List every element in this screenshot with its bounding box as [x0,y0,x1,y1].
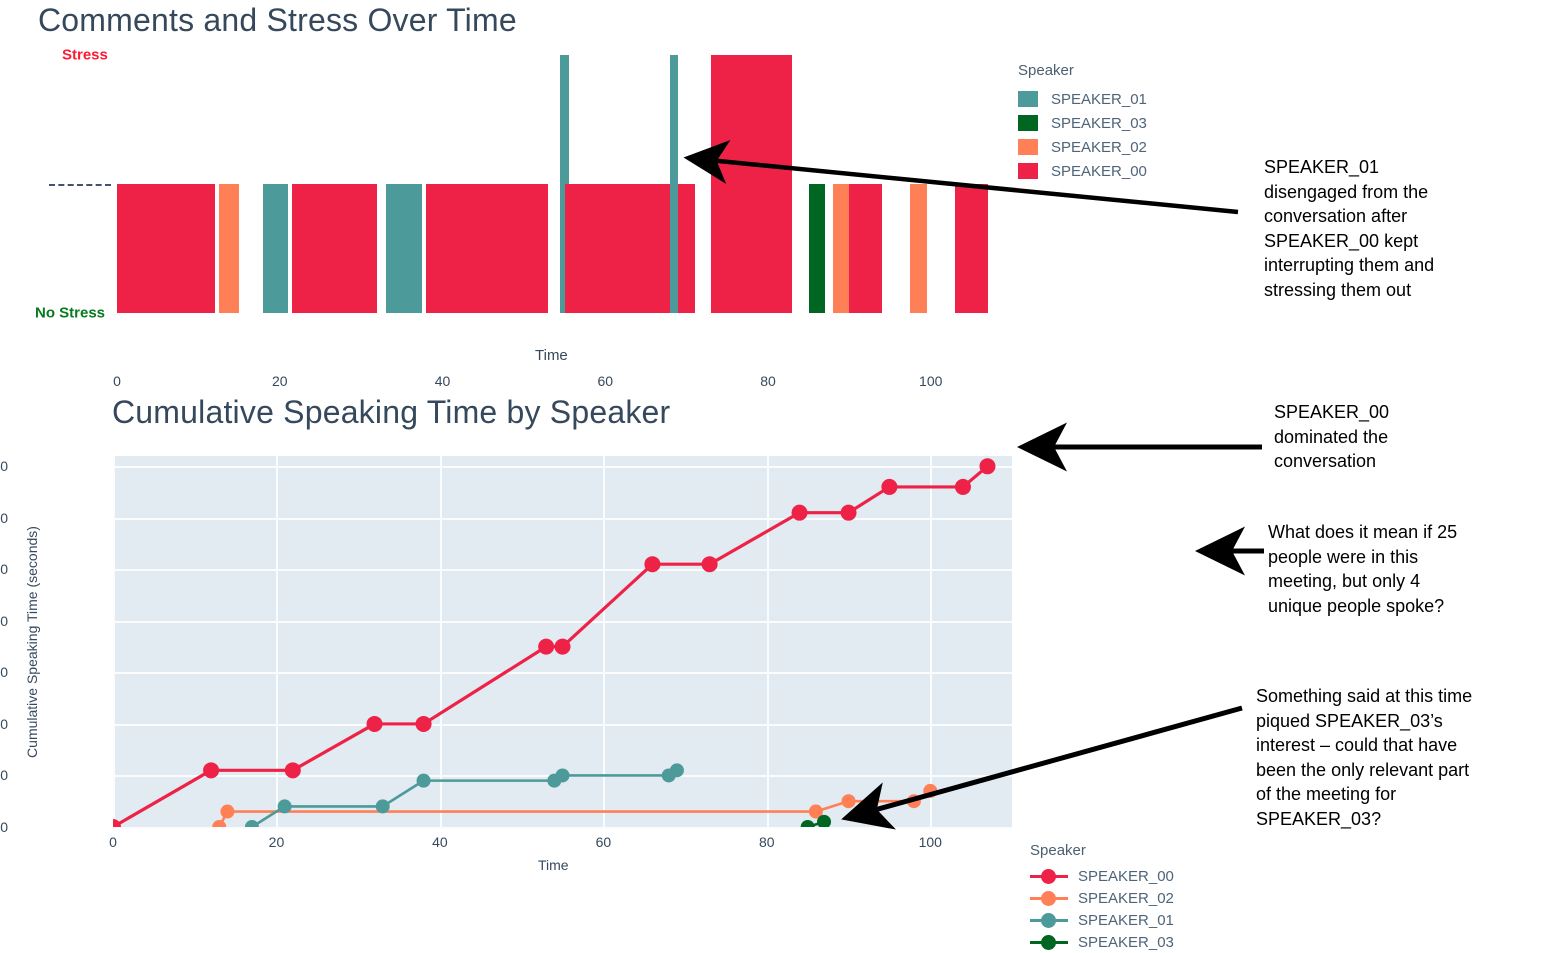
bottom-legend-item[interactable]: SPEAKER_03 [1030,931,1174,953]
bottom-legend-label: SPEAKER_01 [1078,911,1174,929]
bottom-x-tick: 80 [759,834,775,850]
series-point [881,478,898,495]
bottom-y-tick: 70 [0,458,8,475]
top-legend-title: Speaker [1018,62,1074,79]
top-legend-label: SPEAKER_01 [1051,90,1147,108]
comment-bar [385,184,423,313]
top-legend-item[interactable]: SPEAKER_03 [1018,111,1147,135]
series-point [284,762,301,779]
bottom-mid-annotation-text: What does it mean if 25 people were in t… [1268,522,1458,616]
series-point [366,715,383,732]
bottom-x-axis-label: Time [538,857,569,873]
legend-line-marker-icon [1030,934,1068,950]
series-point [113,819,121,827]
series-point [554,638,571,655]
bottom-legend: Speaker SPEAKER_00 SPEAKER_02 SPEAKER_01 SP… [1030,842,1174,953]
comment-bar [117,184,215,313]
bottom-y-tick: 60 [0,509,8,526]
bottom-x-tick: 100 [918,834,942,850]
series-point [415,715,432,732]
stress-low-label: No Stress [35,304,106,322]
series-point [954,478,971,495]
series-point [555,768,570,783]
comment-bar [263,184,288,313]
bottom-top-annotation-arrow [1017,422,1262,472]
bottom-y-tick: 30 [0,664,8,681]
series-point [538,638,555,655]
legend-line-marker-icon [1030,890,1068,906]
series-point [644,556,661,573]
bottom-x-tick: 40 [432,834,448,850]
series-point [277,799,292,814]
series-point [220,804,235,819]
comment-bar [426,184,549,313]
bottom-bottom-annotation-arrow [841,705,1243,830]
bottom-y-tick: 50 [0,561,8,578]
series-point [791,504,808,521]
series-point [701,556,718,573]
bottom-y-tick: 0 [0,819,8,835]
bottom-legend-item[interactable]: SPEAKER_02 [1030,887,1174,909]
series-point [840,504,857,521]
bottom-y-tick: 10 [0,767,8,784]
series-line [250,769,679,827]
bottom-legend-label: SPEAKER_02 [1078,889,1174,907]
stress-reference-line [49,184,111,186]
bottom-legend-label: SPEAKER_00 [1078,867,1174,885]
legend-swatch-icon [1018,91,1038,107]
bottom-legend-item-list: SPEAKER_00 SPEAKER_02 SPEAKER_01 SPEAKER_03 [1030,865,1174,953]
bottom-legend-item[interactable]: SPEAKER_01 [1030,909,1174,931]
series-point [212,820,227,827]
bottom-legend-title: Speaker [1030,842,1086,859]
legend-line-marker-icon [1030,912,1068,928]
series-point [203,762,220,779]
top-annotation-arrow [683,140,1239,215]
legend-line-marker-icon [1030,868,1068,884]
comment-bar [291,184,378,313]
comment-bar [670,55,679,313]
bottom-y-tick: 20 [0,715,8,732]
bottom-x-tick: 20 [268,834,285,850]
series-point [800,820,815,827]
bottom-chart-title: Cumulative Speaking Time by Speaker [112,394,671,430]
top-chart-title: Comments and Stress Over Time [38,2,517,38]
cumulative-speaking-time-chart: Cumulative Speaking Time by Speaker 0 10 2… [0,382,1174,951]
bottom-y-tick: 40 [0,612,8,629]
bottom-mid-annotation-arrow [1195,526,1264,576]
bottom-legend-label: SPEAKER_03 [1078,933,1174,951]
comment-bar [218,184,240,313]
top-x-axis-label: Time [535,347,568,364]
series-point [979,458,996,475]
bottom-y-axis-label: Cumulative Speaking Time (seconds) [24,526,40,758]
gridline-horizontal [113,827,1012,829]
legend-swatch-icon [1018,115,1038,131]
series-point [669,763,684,778]
bottom-legend-item[interactable]: SPEAKER_00 [1030,865,1174,887]
bottom-top-annotation-text: SPEAKER_00 dominated the conversation [1274,402,1390,471]
series-point [416,773,431,788]
bottom-bottom-annotation-text: Something said at this time piqued SPEAK… [1256,686,1473,829]
top-legend-label: SPEAKER_03 [1051,114,1147,132]
bottom-x-tick: 0 [109,834,117,850]
top-legend-item[interactable]: SPEAKER_01 [1018,87,1147,111]
bottom-x-tick: 60 [595,834,612,850]
stress-high-label: Stress [62,46,108,64]
series-point [244,820,259,827]
top-annotation-text: SPEAKER_01 disengaged from the conversat… [1264,157,1435,300]
series-point [375,799,390,814]
